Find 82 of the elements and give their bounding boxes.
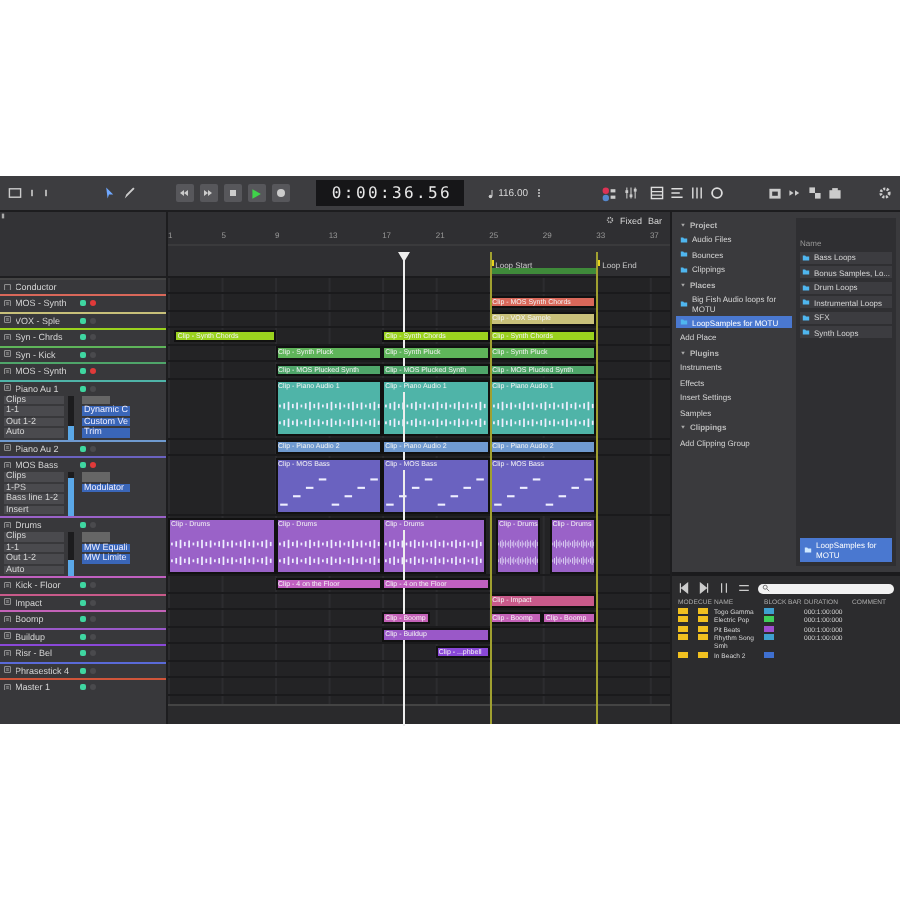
mode-marker — [678, 616, 688, 622]
stop-button[interactable] — [223, 184, 242, 202]
mode-marker — [678, 625, 688, 631]
play-toggle[interactable] — [79, 616, 85, 622]
rewind-icon — [178, 188, 191, 198]
play-toggle[interactable] — [79, 317, 85, 323]
track-icon — [4, 632, 11, 640]
record-button[interactable] — [271, 184, 290, 202]
track-icon — [4, 581, 11, 589]
track-icon — [4, 444, 11, 452]
rewind-button[interactable] — [176, 184, 194, 202]
record-arm-button[interactable] — [89, 300, 95, 306]
track-icon — [4, 683, 11, 691]
collapse-icon[interactable] — [680, 424, 686, 430]
cue-marker — [698, 607, 708, 613]
play-toggle[interactable] — [79, 684, 85, 690]
track-icon — [4, 666, 11, 674]
scroll-bar[interactable] — [168, 704, 670, 724]
fast-forward-button[interactable] — [199, 184, 218, 202]
track-icon — [4, 367, 11, 375]
pencil-icon[interactable] — [122, 186, 136, 200]
play-toggle[interactable] — [79, 334, 85, 340]
folder-icon — [680, 299, 688, 307]
track-icon — [4, 615, 11, 623]
track-icon — [4, 350, 11, 358]
stop-icon — [227, 188, 238, 198]
note-icon — [486, 187, 497, 199]
play-toggle[interactable] — [79, 582, 85, 588]
play-toggle[interactable] — [79, 633, 85, 639]
panel-icon[interactable] — [8, 186, 22, 200]
play-button[interactable] — [247, 184, 266, 202]
sliders-icon[interactable] — [624, 186, 638, 200]
mixer-icon[interactable] — [690, 186, 704, 200]
settings-icon[interactable] — [878, 186, 892, 200]
track-icon — [4, 384, 11, 392]
play-toggle[interactable] — [79, 368, 85, 374]
fast-forward-icon — [202, 188, 215, 198]
track-icon — [4, 521, 11, 529]
track-icon — [4, 333, 11, 341]
collapse-icon[interactable] — [680, 221, 686, 227]
record-arm-button[interactable] — [89, 368, 95, 374]
track-icon — [4, 299, 11, 307]
play-toggle[interactable] — [79, 462, 85, 468]
track-icon — [4, 598, 11, 606]
grid-icon[interactable] — [650, 186, 664, 200]
play-toggle[interactable] — [79, 351, 85, 357]
circle-icon — [275, 188, 286, 198]
record-arm-button[interactable] — [89, 462, 95, 468]
play-toggle[interactable] — [79, 650, 85, 656]
track-icon — [4, 461, 11, 469]
play-toggle[interactable] — [79, 445, 85, 451]
window-icon[interactable] — [768, 186, 782, 200]
cue-marker — [698, 616, 708, 622]
last-icon[interactable] — [698, 582, 710, 594]
play-icon — [250, 187, 263, 199]
cue-marker — [698, 625, 708, 631]
collapse-icon[interactable] — [680, 349, 686, 355]
play-toggle[interactable] — [79, 667, 85, 673]
settings-icon[interactable] — [605, 216, 614, 224]
list-icon[interactable] — [670, 186, 684, 200]
track-icon — [4, 316, 11, 324]
mode-marker — [678, 607, 688, 613]
pointer-icon[interactable] — [102, 186, 116, 200]
folder-icon — [680, 318, 688, 326]
split-icon[interactable] — [808, 186, 822, 200]
play-toggle[interactable] — [79, 300, 85, 306]
mode-marker — [678, 651, 688, 657]
mode-marker — [678, 634, 688, 640]
track-icon — [4, 283, 11, 291]
collapse-icon[interactable] — [680, 281, 686, 287]
cue-marker — [698, 634, 708, 640]
cue-marker — [698, 651, 708, 657]
play-toggle[interactable] — [79, 522, 85, 528]
play-toggle[interactable] — [79, 385, 85, 391]
search-field[interactable] — [758, 583, 894, 593]
track-icon — [4, 649, 11, 657]
first-icon[interactable] — [678, 582, 690, 594]
folder-icon — [804, 546, 812, 554]
play-toggle[interactable] — [79, 599, 85, 605]
search-icon — [762, 584, 770, 592]
skip-icon[interactable] — [788, 186, 802, 200]
time-display: 0:00:36.56 — [315, 180, 465, 206]
